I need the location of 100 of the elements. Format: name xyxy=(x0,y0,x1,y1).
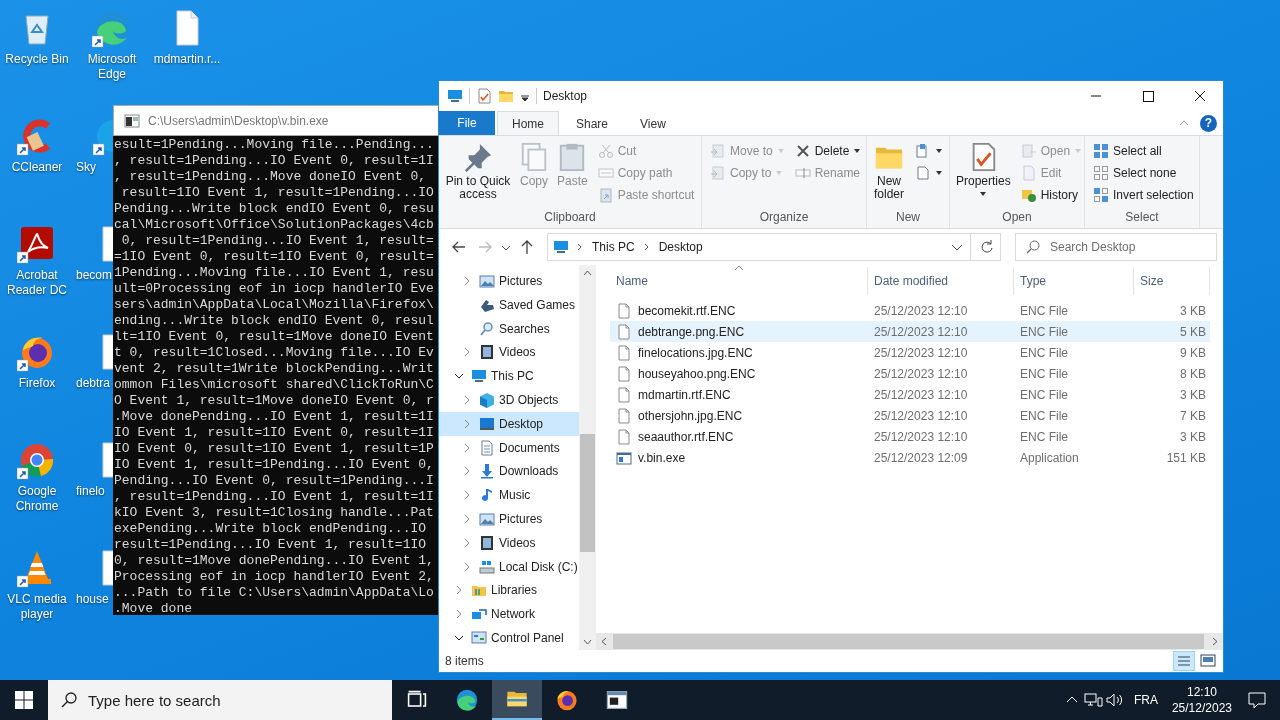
file-row[interactable]: othersjohn.jpg.ENC 25/12/2023 12:10 ENC File 7 KB xyxy=(610,405,1210,426)
file-row[interactable]: debtrange.png.ENC 25/12/2023 12:10 ENC File 5 KB xyxy=(610,321,1210,342)
icon-label[interactable]: house xyxy=(76,592,109,607)
tree-item[interactable]: Desktop xyxy=(439,411,579,436)
tree-item[interactable]: Videos xyxy=(439,530,579,555)
console-line: IO Event 0, result=1IO Event 1, result=1P xyxy=(114,441,435,457)
tree-item[interactable]: 3D Objects xyxy=(439,388,579,412)
column-header[interactable]: Name xyxy=(610,267,868,295)
tree-label[interactable]: Pictures xyxy=(499,273,543,288)
file-row[interactable]: v.bin.exe 25/12/2023 12:09 Application 151 KB xyxy=(610,447,1210,468)
notification-icon[interactable] xyxy=(1246,690,1268,710)
tree-item[interactable]: Pictures xyxy=(439,507,579,531)
breadcrumb[interactable]: This PC xyxy=(590,240,637,254)
tree-item[interactable]: Libraries xyxy=(439,578,579,603)
tree-label[interactable]: Local Disk (C:) xyxy=(499,559,578,574)
ribbon-tab[interactable]: Share xyxy=(561,111,624,135)
tree-label[interactable]: Pictures xyxy=(499,512,543,527)
tree-label[interactable]: Control Panel xyxy=(491,631,564,646)
ribbon-button[interactable]: Invert selection xyxy=(1090,184,1197,206)
tree-label[interactable]: Downloads xyxy=(499,464,559,479)
icon-label[interactable]: Acrobat Reader DC xyxy=(1,268,73,298)
file-name[interactable]: othersjohn.jpg.ENC xyxy=(638,408,743,423)
help-button[interactable]: ? xyxy=(1200,114,1217,132)
tree-item[interactable]: Videos xyxy=(439,340,579,365)
scrollbar[interactable] xyxy=(579,265,596,650)
console-line: ending...Write block endIO Event 0, resul xyxy=(114,313,435,329)
checkmark-page-icon[interactable] xyxy=(476,88,492,104)
tree-label[interactable]: Desktop xyxy=(499,416,544,431)
tree-item[interactable]: Music xyxy=(439,483,579,508)
clock-time: 12:10 xyxy=(1186,684,1217,700)
icon-label[interactable]: VLC media player xyxy=(1,592,73,622)
clock[interactable]: 12:10 25/12/2023 xyxy=(1171,684,1232,716)
file-icon xyxy=(616,302,632,319)
tree-label[interactable]: Libraries xyxy=(491,583,538,598)
tree-label[interactable]: Videos xyxy=(499,345,536,360)
icon-label[interactable]: debtra xyxy=(76,376,111,391)
tree-item[interactable]: Downloads xyxy=(439,459,579,484)
scrollbar[interactable] xyxy=(596,633,1223,650)
tree-label[interactable]: This PC xyxy=(491,369,534,384)
icon-label[interactable]: Sky xyxy=(76,160,96,175)
file-row[interactable]: becomekit.rtf.ENC 25/12/2023 12:10 ENC File 3 KB xyxy=(610,300,1210,321)
tree-item[interactable]: Saved Games xyxy=(439,292,579,317)
details-view-icon[interactable] xyxy=(1173,651,1195,671)
tree-label[interactable]: Videos xyxy=(499,535,536,550)
tree-item[interactable]: This PC xyxy=(439,364,579,389)
tree-label[interactable]: 3D Objects xyxy=(499,392,559,407)
ribbon-button[interactable]: History xyxy=(1017,184,1086,206)
ribbon-button[interactable]: Select all xyxy=(1090,140,1197,162)
ribbon-button[interactable]: Properties xyxy=(953,140,1014,199)
language-indicator[interactable]: FRA xyxy=(1133,693,1158,707)
tree-item[interactable]: Network xyxy=(439,602,579,627)
tree-label[interactable]: Network xyxy=(491,607,535,622)
tree-item[interactable]: Documents xyxy=(439,435,579,460)
browser-icon[interactable] xyxy=(92,8,132,48)
file-name[interactable]: seaauthor.rtf.ENC xyxy=(638,429,734,444)
breadcrumb[interactable]: Desktop xyxy=(656,240,705,254)
icon-label[interactable]: becom xyxy=(76,268,113,283)
icon-label[interactable]: finelo xyxy=(76,484,105,499)
search-field[interactable]: Search Desktop xyxy=(1015,233,1217,261)
ribbon-tab[interactable]: Home xyxy=(497,111,559,135)
tree-label[interactable]: Searches xyxy=(499,321,550,336)
icon-label[interactable]: Google Chrome xyxy=(1,484,73,514)
column-header[interactable]: Type xyxy=(1014,267,1134,295)
file-tab[interactable]: File xyxy=(439,111,495,135)
column-header[interactable]: Size xyxy=(1134,267,1210,295)
tree-item[interactable]: Pictures xyxy=(439,269,579,293)
file-name[interactable]: finelocations.jpg.ENC xyxy=(638,345,753,360)
ribbon-button[interactable]: Delete xyxy=(791,140,865,162)
file-name[interactable]: becomekit.rtf.ENC xyxy=(638,303,736,318)
taskbar-button[interactable] xyxy=(492,680,542,720)
column-header[interactable]: Date modified xyxy=(868,267,1014,295)
icon-label[interactable]: Firefox xyxy=(1,376,73,391)
tree-item[interactable]: Local Disk (C:) xyxy=(439,554,579,579)
file-name[interactable]: houseyahoo.png.ENC xyxy=(638,366,756,381)
network-icon[interactable] xyxy=(1081,690,1104,710)
ribbon-button[interactable]: Select none xyxy=(1090,162,1197,184)
page-icon xyxy=(1020,165,1037,181)
table-cell: ENC File xyxy=(1020,408,1068,423)
tree-label[interactable]: Saved Games xyxy=(499,297,576,312)
ribbon-tab[interactable]: View xyxy=(625,111,681,135)
search-field[interactable]: Type here to search xyxy=(48,680,392,720)
file-row[interactable]: houseyahoo.png.ENC 25/12/2023 12:10 ENC File 8 KB xyxy=(610,363,1210,384)
ribbon-button[interactable]: New folder xyxy=(870,140,908,203)
table-cell: 25/12/2023 12:10 xyxy=(874,366,968,381)
file-row[interactable]: mdmartin.rtf.ENC 25/12/2023 12:10 ENC File 3 KB xyxy=(610,384,1210,405)
file-name[interactable]: v.bin.exe xyxy=(638,450,686,465)
tree-label[interactable]: Documents xyxy=(499,440,560,455)
table-cell: 5 KB xyxy=(1180,324,1206,339)
file-row[interactable]: seaauthor.rtf.ENC 25/12/2023 12:10 ENC File 3 KB xyxy=(610,426,1210,447)
address-bar[interactable]: This PC Desktop xyxy=(547,233,1001,261)
file-name[interactable]: mdmartin.rtf.ENC xyxy=(638,387,731,402)
table-cell: 25/12/2023 12:10 xyxy=(874,345,968,360)
tree-label[interactable]: Music xyxy=(499,488,531,503)
tree-item[interactable]: Control Panel xyxy=(439,626,579,650)
windows-icon xyxy=(15,691,33,709)
file-row[interactable]: finelocations.jpg.ENC 25/12/2023 12:10 ENC File 9 KB xyxy=(610,342,1210,363)
tree-item[interactable]: Searches xyxy=(439,316,579,341)
file-name[interactable]: debtrange.png.ENC xyxy=(638,324,745,339)
ribbon-button[interactable]: Pin to Quick access xyxy=(442,140,514,203)
console-line: , result=1Pending...IO Event 1, result=1I xyxy=(114,489,435,505)
